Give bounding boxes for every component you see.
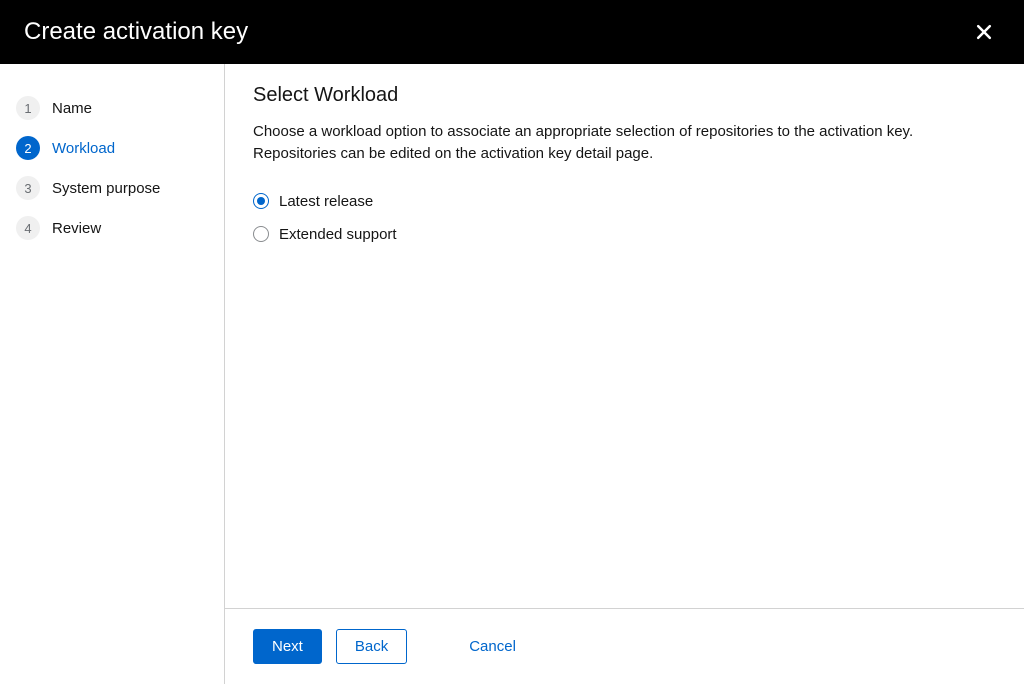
radio-button-icon — [253, 226, 269, 242]
step-number: 4 — [16, 216, 40, 240]
step-label: Workload — [52, 140, 115, 157]
close-icon — [974, 22, 994, 42]
workload-radio-group: Latest release Extended support — [253, 193, 996, 243]
section-description: Choose a workload option to associate an… — [253, 121, 993, 165]
radio-button-icon — [253, 193, 269, 209]
main-content: Select Workload Choose a workload option… — [225, 64, 1024, 608]
radio-label: Latest release — [279, 193, 373, 210]
radio-extended-support[interactable]: Extended support — [253, 226, 996, 243]
wizard-main: Select Workload Choose a workload option… — [225, 64, 1024, 684]
modal-header: Create activation key — [0, 0, 1024, 64]
step-label: System purpose — [52, 180, 160, 197]
radio-latest-release[interactable]: Latest release — [253, 193, 996, 210]
sidebar-step-system-purpose[interactable]: 3 System purpose — [16, 168, 208, 208]
back-button[interactable]: Back — [336, 629, 407, 664]
radio-label: Extended support — [279, 226, 397, 243]
section-title: Select Workload — [253, 84, 996, 107]
sidebar-step-name[interactable]: 1 Name — [16, 88, 208, 128]
next-button[interactable]: Next — [253, 629, 322, 664]
step-label: Name — [52, 100, 92, 117]
wizard-footer: Next Back Cancel — [225, 608, 1024, 684]
modal-title: Create activation key — [24, 18, 248, 46]
modal-body: 1 Name 2 Workload 3 System purpose 4 Rev… — [0, 64, 1024, 684]
cancel-button[interactable]: Cancel — [469, 630, 516, 663]
wizard-sidebar: 1 Name 2 Workload 3 System purpose 4 Rev… — [0, 64, 225, 684]
sidebar-step-review[interactable]: 4 Review — [16, 208, 208, 248]
sidebar-step-workload[interactable]: 2 Workload — [16, 128, 208, 168]
step-number: 3 — [16, 176, 40, 200]
step-number: 2 — [16, 136, 40, 160]
close-button[interactable] — [968, 16, 1000, 48]
step-label: Review — [52, 220, 101, 237]
step-number: 1 — [16, 96, 40, 120]
